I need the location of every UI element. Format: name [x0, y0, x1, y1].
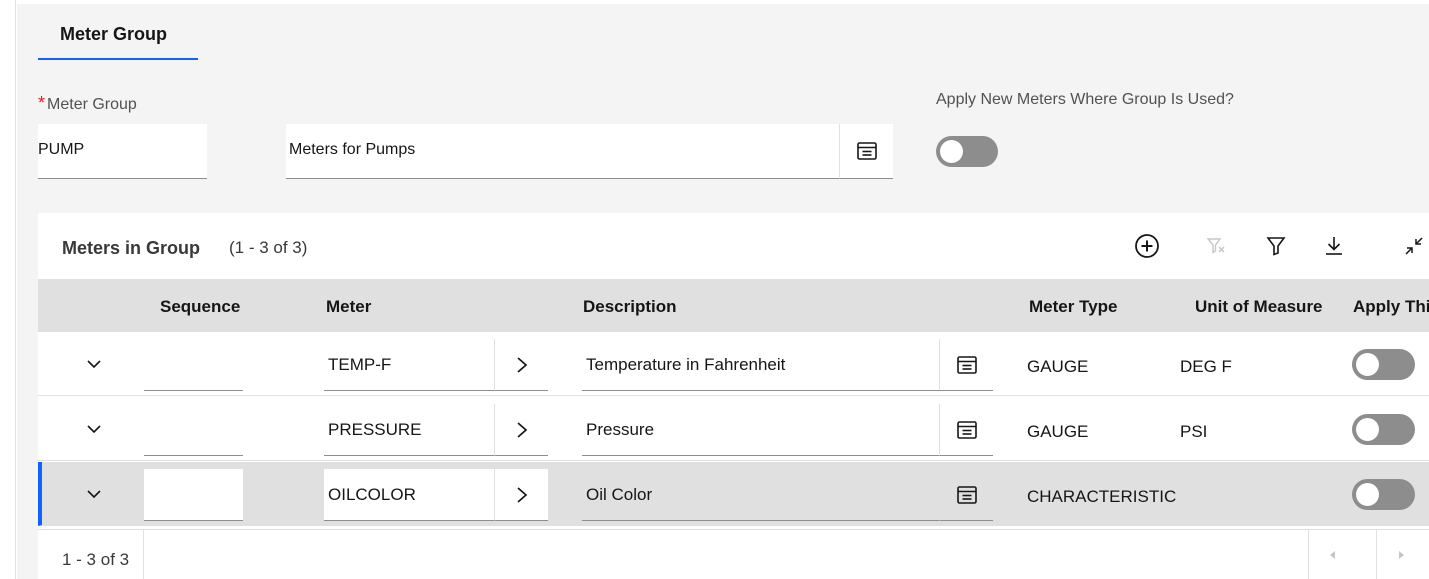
chevron-down-icon[interactable] [84, 354, 104, 374]
meter-group-page: Meter Group * Meter Group PUMP Meters for… [17, 4, 1429, 579]
footer-divider [143, 530, 144, 579]
clear-filter-button [1201, 231, 1231, 261]
tab-meter-group-label: Meter Group [60, 24, 168, 44]
meter-goto-button[interactable] [494, 404, 548, 456]
col-header-apply[interactable]: Apply Thi [1353, 297, 1429, 317]
tab-meter-group[interactable]: Meter Group [38, 4, 198, 60]
toggle-knob [1356, 353, 1379, 376]
long-description-button[interactable] [939, 404, 993, 456]
long-description-button[interactable] [939, 339, 993, 391]
long-description-icon [956, 420, 977, 439]
long-description-button[interactable] [939, 469, 993, 521]
meter-type-value: CHARACTERISTIC [1027, 487, 1177, 506]
collapse-icon [1405, 237, 1423, 255]
meter-group-description-input[interactable]: Meters for Pumps [286, 124, 839, 179]
col-header-meter[interactable]: Meter [326, 297, 371, 317]
meter-group-input[interactable]: PUMP [38, 124, 207, 179]
meter-goto-button[interactable] [494, 339, 548, 391]
table-row: TEMP-F Temperature in Fahrenheit GAUGE D… [38, 332, 1429, 396]
col-header-unit-of-measure[interactable]: Unit of Measure [1195, 297, 1323, 317]
apply-toggle[interactable] [1352, 414, 1415, 445]
long-description-icon [956, 485, 977, 504]
col-header-sequence[interactable]: Sequence [160, 297, 240, 317]
meter-input[interactable]: PRESSURE [324, 404, 494, 456]
required-indicator: * [38, 93, 46, 113]
clear-filter-icon [1206, 238, 1225, 254]
chevron-right-icon [516, 356, 527, 373]
add-row-button[interactable] [1132, 231, 1162, 261]
chevron-right-icon [516, 421, 527, 438]
pagination-status: 1 - 3 of 3 [62, 550, 130, 569]
apply-new-meters-toggle[interactable] [936, 136, 998, 167]
toggle-knob [1356, 483, 1379, 506]
meter-input[interactable]: OILCOLOR [324, 469, 494, 521]
next-page-button[interactable] [1376, 530, 1424, 579]
previous-page-button[interactable] [1308, 530, 1356, 579]
unit-of-measure-value: PSI [1180, 422, 1208, 441]
meter-input[interactable]: TEMP-F [324, 339, 494, 391]
col-header-description[interactable]: Description [583, 297, 677, 317]
description-input[interactable]: Oil Color [582, 469, 939, 521]
meter-goto-button[interactable] [494, 469, 548, 521]
caret-right-icon [1398, 551, 1404, 559]
sequence-input[interactable] [144, 469, 243, 521]
col-header-meter-type[interactable]: Meter Type [1029, 297, 1118, 317]
chevron-down-icon[interactable] [84, 484, 104, 504]
filter-button[interactable] [1261, 231, 1291, 261]
chevron-down-icon[interactable] [84, 419, 104, 439]
add-icon [1135, 234, 1159, 258]
collapse-button[interactable] [1399, 231, 1429, 261]
panel-title: Meters in Group [62, 238, 201, 258]
long-description-icon [956, 355, 977, 374]
apply-new-meters-label: Apply New Meters Where Group Is Used? [936, 91, 1234, 108]
long-description-button[interactable] [839, 124, 893, 179]
meter-group-label: * Meter Group [38, 93, 137, 113]
meter-type-value: GAUGE [1027, 357, 1089, 376]
sequence-input[interactable] [144, 339, 243, 391]
table-footer: 1 - 3 of 3 [38, 529, 1429, 579]
caret-left-icon [1329, 551, 1335, 559]
toggle-knob [1356, 418, 1379, 441]
table-row-selected: OILCOLOR Oil Color CHARACTERISTIC [38, 462, 1429, 526]
download-icon [1326, 237, 1342, 255]
apply-toggle[interactable] [1352, 349, 1415, 380]
left-rail [0, 0, 16, 579]
chevron-right-icon [516, 486, 527, 503]
meters-in-group-panel: Meters in Group (1 - 3 of 3) Sequence Me… [38, 213, 1429, 579]
description-input[interactable]: Temperature in Fahrenheit [582, 339, 939, 391]
apply-toggle[interactable] [1352, 479, 1415, 510]
table-header: Sequence Meter Description Meter Type Un… [38, 279, 1429, 332]
table-row: PRESSURE Pressure GAUGE PSI [38, 397, 1429, 461]
filter-icon [1266, 237, 1286, 256]
sequence-input[interactable] [144, 404, 243, 456]
download-button[interactable] [1319, 231, 1349, 261]
meter-group-description-value: Meters for Pumps [289, 141, 416, 158]
unit-of-measure-value: DEG F [1180, 357, 1232, 376]
toggle-knob [940, 140, 963, 163]
meter-type-value: GAUGE [1027, 422, 1089, 441]
description-input[interactable]: Pressure [582, 404, 939, 456]
meter-group-value: PUMP [38, 141, 85, 158]
long-description-icon [856, 142, 877, 160]
panel-count: (1 - 3 of 3) [229, 238, 308, 257]
